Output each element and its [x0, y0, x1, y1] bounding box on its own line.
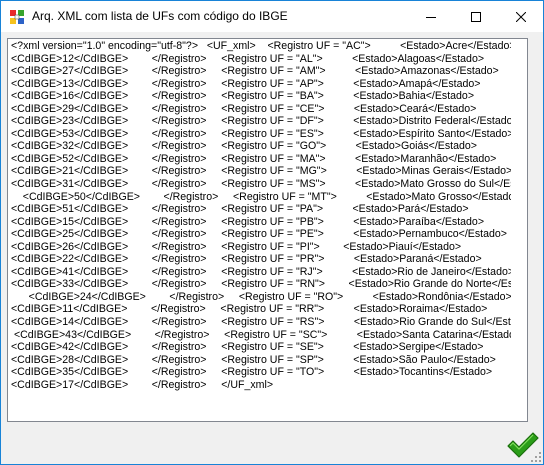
memo-line: <CdIBGE>22</CdIBGE> </Registro> <Registr…: [11, 253, 482, 266]
close-button[interactable]: [498, 1, 543, 32]
window-title: Arq. XML com lista de UFs com código do …: [32, 9, 288, 23]
memo-line: <CdIBGE>53</CdIBGE> </Registro> <Registr…: [11, 127, 511, 140]
close-icon: [515, 11, 526, 22]
memo-line: <CdIBGE>24</CdIBGE> </Registro> <Registr…: [11, 290, 511, 303]
memo-line: <CdIBGE>13</CdIBGE> </Registro> <Registr…: [11, 77, 481, 90]
memo-line: <CdIBGE>51</CdIBGE> </Registro> <Registr…: [11, 203, 469, 216]
memo-line: <CdIBGE>52</CdIBGE> </Registro> <Registr…: [11, 152, 497, 165]
memo-line: <CdIBGE>15</CdIBGE> </Registro> <Registr…: [11, 215, 485, 228]
memo-line: <CdIBGE>21</CdIBGE> </Registro> <Registr…: [11, 165, 511, 178]
resize-grip-icon[interactable]: [530, 451, 542, 463]
memo-line: <CdIBGE>27</CdIBGE> </Registro> <Registr…: [11, 65, 499, 78]
maximize-button[interactable]: [453, 1, 498, 32]
memo-line: <CdIBGE>32</CdIBGE> </Registro> <Registr…: [11, 140, 477, 153]
memo-line: <CdIBGE>28</CdIBGE> </Registro> <Registr…: [11, 353, 496, 366]
memo-line: <CdIBGE>26</CdIBGE> </Registro> <Registr…: [11, 240, 462, 253]
main-window: Arq. XML com lista de UFs com código do …: [0, 0, 544, 465]
memo-line: <CdIBGE>41</CdIBGE> </Registro> <Registr…: [11, 265, 511, 278]
minimize-icon: [425, 16, 436, 18]
memo-line: <CdIBGE>14</CdIBGE> </Registro> <Registr…: [11, 316, 511, 329]
minimize-button[interactable]: [408, 1, 453, 32]
xml-text: <?xml version="1.0" encoding="utf-8"?> <…: [11, 40, 511, 391]
memo-line: <CdIBGE>25</CdIBGE> </Registro> <Registr…: [11, 228, 507, 241]
memo-line: <CdIBGE>43</CdIBGE> </Registro> <Registr…: [11, 328, 511, 341]
memo-line: <CdIBGE>17</CdIBGE> </Registro> </UF_xml…: [11, 378, 274, 391]
memo-line: <CdIBGE>16</CdIBGE> </Registro> <Registr…: [11, 90, 475, 103]
memo-line: <CdIBGE>11</CdIBGE> </Registro> <Registr…: [11, 303, 488, 316]
memo-line: <CdIBGE>29</CdIBGE> </Registro> <Registr…: [11, 102, 477, 115]
memo-line: <CdIBGE>23</CdIBGE> </Registro> <Registr…: [11, 115, 511, 128]
xml-memo[interactable]: <?xml version="1.0" encoding="utf-8"?> <…: [7, 38, 528, 422]
maximize-icon: [470, 11, 481, 22]
memo-line: <CdIBGE>12</CdIBGE> </Registro> <Registr…: [11, 52, 485, 65]
memo-line: <CdIBGE>42</CdIBGE> </Registro> <Registr…: [11, 341, 484, 354]
memo-line: <?xml version="1.0" encoding="utf-8"?> <…: [11, 40, 511, 52]
delphi-app-icon[interactable]: [9, 9, 25, 25]
memo-line: <CdIBGE>50</CdIBGE> </Registro> <Registr…: [11, 190, 511, 203]
memo-line: <CdIBGE>33</CdIBGE> </Registro> <Registr…: [11, 278, 511, 291]
title-bar[interactable]: Arq. XML com lista de UFs com código do …: [1, 1, 543, 32]
memo-line: <CdIBGE>31</CdIBGE> </Registro> <Registr…: [11, 178, 511, 191]
memo-line: <CdIBGE>35</CdIBGE> </Registro> <Registr…: [11, 366, 493, 379]
